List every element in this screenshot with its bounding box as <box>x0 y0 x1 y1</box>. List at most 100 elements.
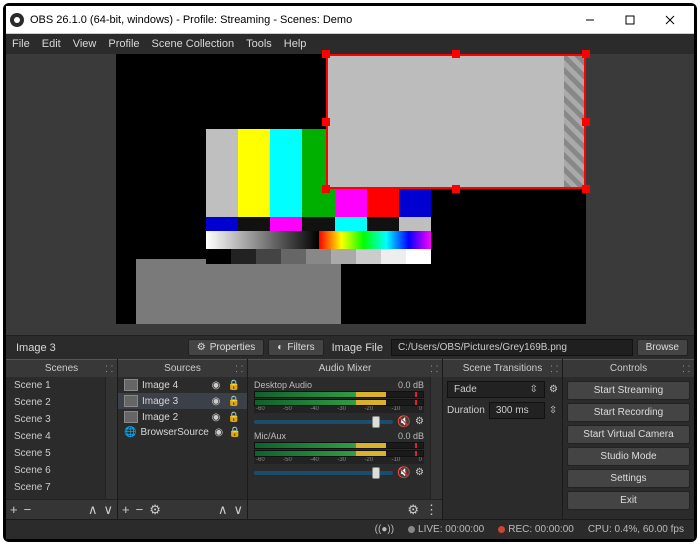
resize-handle[interactable] <box>452 185 460 193</box>
channel-settings-button[interactable]: ⚙ <box>415 467 424 478</box>
controls-title: Controls <box>610 363 647 374</box>
cpu-status: CPU: 0.4%, 60.00 fps <box>588 524 684 535</box>
filter-icon: ◐ <box>277 342 283 353</box>
browse-button[interactable]: Browse <box>637 339 688 356</box>
mute-button[interactable]: 🔇 <box>397 415 411 428</box>
image-path-field[interactable]: C:/Users/OBS/Pictures/Grey169B.png <box>391 339 633 356</box>
updown-icon[interactable]: ⇳ <box>549 405 557 416</box>
scenes-list[interactable]: Scene 1 Scene 2 Scene 3 Scene 4 Scene 5 … <box>6 377 105 499</box>
lock-toggle[interactable]: 🔒 <box>227 412 241 423</box>
menu-profile[interactable]: Profile <box>108 38 139 50</box>
vu-meter <box>254 399 424 406</box>
list-item[interactable]: Scene 2 <box>6 394 105 411</box>
lock-toggle[interactable]: 🔒 <box>227 396 241 407</box>
add-source-button[interactable]: + <box>122 502 130 517</box>
close-button[interactable] <box>650 7 690 33</box>
source-item[interactable]: Image 4◉🔒 <box>118 377 247 393</box>
filters-button[interactable]: ◐Filters <box>268 339 323 356</box>
transition-select[interactable]: Fade⇳ <box>447 381 545 398</box>
vu-meter <box>254 391 424 398</box>
popout-icon[interactable]: ⸬ <box>236 362 243 375</box>
mixer-settings-button[interactable]: ⚙ <box>407 502 419 518</box>
popout-icon[interactable]: ⸬ <box>431 362 438 375</box>
resize-handle[interactable] <box>452 50 460 58</box>
start-virtual-camera-button[interactable]: Start Virtual Camera <box>567 425 690 444</box>
remove-scene-button[interactable]: − <box>24 502 32 517</box>
scrollbar[interactable] <box>105 377 117 499</box>
lock-toggle[interactable]: 🔒 <box>227 380 241 391</box>
volume-slider[interactable] <box>254 471 393 475</box>
menu-file[interactable]: File <box>12 38 30 50</box>
transition-properties-button[interactable]: ⚙ <box>549 384 558 395</box>
source-image-3-selected[interactable] <box>326 54 586 189</box>
source-item[interactable]: Image 3◉🔒 <box>118 393 247 409</box>
mixer-channel: Mic/Aux0.0 dB -60-50-40-30-20-100 🔇 ⚙ <box>248 428 430 479</box>
list-item[interactable]: Scene 7 <box>6 479 105 496</box>
audio-mixer-panel: Audio Mixer ⸬ Desktop Audio0.0 dB -60-50-… <box>248 359 443 519</box>
minimize-button[interactable] <box>570 7 610 33</box>
maximize-button[interactable] <box>610 7 650 33</box>
list-item[interactable]: Scene 3 <box>6 411 105 428</box>
sources-list[interactable]: Image 4◉🔒 Image 3◉🔒 Image 2◉🔒 🌐BrowserSo… <box>118 377 247 499</box>
source-item[interactable]: 🌐BrowserSource◉🔒 <box>118 425 247 440</box>
list-item[interactable]: Scene 1 <box>6 377 105 394</box>
popout-icon[interactable]: ⸬ <box>683 362 690 375</box>
list-item[interactable]: Scene 6 <box>6 462 105 479</box>
mute-button[interactable]: 🔇 <box>397 466 411 479</box>
lock-toggle[interactable]: 🔒 <box>229 427 241 438</box>
menu-view[interactable]: View <box>73 38 97 50</box>
move-down-button[interactable]: ∨ <box>233 502 243 518</box>
sources-panel: Sources⸬ Image 4◉🔒 Image 3◉🔒 Image 2◉🔒 🌐… <box>118 359 248 519</box>
list-item[interactable]: Scene 4 <box>6 428 105 445</box>
remove-source-button[interactable]: − <box>136 502 144 517</box>
updown-icon: ⇳ <box>530 384 538 395</box>
add-scene-button[interactable]: + <box>10 502 18 517</box>
window-title: OBS 26.1.0 (64-bit, windows) - Profile: … <box>30 14 352 26</box>
menu-scene-collection[interactable]: Scene Collection <box>152 38 235 50</box>
resize-handle[interactable] <box>322 50 330 58</box>
controls-panel: Controls ⸬ Start Streaming Start Recordin… <box>563 359 694 519</box>
resize-handle[interactable] <box>582 50 590 58</box>
visibility-toggle[interactable]: ◉ <box>209 412 223 423</box>
popout-icon[interactable]: ⸬ <box>106 362 113 375</box>
visibility-toggle[interactable]: ◉ <box>209 380 223 391</box>
settings-button[interactable]: Settings <box>567 469 690 488</box>
properties-button[interactable]: ⚙Properties <box>188 339 265 356</box>
visibility-toggle[interactable]: ◉ <box>213 427 225 438</box>
duration-field[interactable]: 300 ms <box>489 402 545 419</box>
transitions-panel: Scene Transitions⸬ Fade⇳ ⚙ Duration 300 … <box>443 359 563 519</box>
exit-button[interactable]: Exit <box>567 491 690 510</box>
start-streaming-button[interactable]: Start Streaming <box>567 381 690 400</box>
move-down-button[interactable]: ∨ <box>103 502 113 518</box>
broadcast-icon: ((●)) <box>375 524 394 535</box>
menu-tools[interactable]: Tools <box>246 38 272 50</box>
resize-handle[interactable] <box>582 118 590 126</box>
resize-handle[interactable] <box>322 185 330 193</box>
move-up-button[interactable]: ∧ <box>88 502 98 518</box>
preview-area[interactable] <box>6 54 694 335</box>
channel-settings-button[interactable]: ⚙ <box>415 416 424 427</box>
studio-mode-button[interactable]: Studio Mode <box>567 447 690 466</box>
popout-icon[interactable]: ⸬ <box>551 362 558 375</box>
list-item[interactable]: Scene 5 <box>6 445 105 462</box>
menu-help[interactable]: Help <box>284 38 307 50</box>
mixer-menu-button[interactable]: ⋮ <box>425 502 438 518</box>
volume-slider[interactable] <box>254 420 393 424</box>
resize-handle[interactable] <box>582 185 590 193</box>
resize-handle[interactable] <box>322 118 330 126</box>
mixer-channel: Desktop Audio0.0 dB -60-50-40-30-20-100 … <box>248 377 430 428</box>
obs-icon <box>10 13 24 27</box>
mixer-title: Audio Mixer <box>319 363 372 374</box>
channel-db: 0.0 dB <box>398 431 424 441</box>
start-recording-button[interactable]: Start Recording <box>567 403 690 422</box>
visibility-toggle[interactable]: ◉ <box>209 396 223 407</box>
scenes-title: Scenes <box>45 363 78 374</box>
menu-edit[interactable]: Edit <box>42 38 61 50</box>
vu-meter <box>254 450 424 457</box>
image-icon <box>124 379 138 391</box>
source-properties-button[interactable]: ⚙ <box>149 502 161 518</box>
move-up-button[interactable]: ∧ <box>218 502 228 518</box>
source-item[interactable]: Image 2◉🔒 <box>118 409 247 425</box>
scrollbar[interactable] <box>430 377 442 499</box>
source-toolbar: Image 3 ⚙Properties ◐Filters Image File … <box>6 335 694 359</box>
